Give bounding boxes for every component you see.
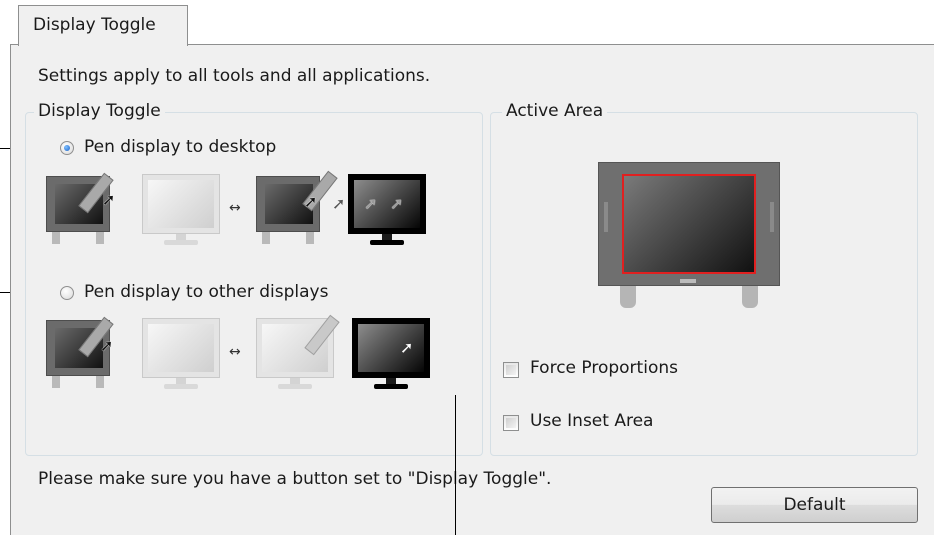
radio-selected-dot	[64, 145, 70, 151]
cursor-icon: ➚	[364, 194, 378, 213]
double-arrow-icon: ↔	[229, 344, 241, 360]
double-arrow-icon: ↔	[229, 200, 241, 216]
use-inset-area-label[interactable]: Use Inset Area	[530, 411, 653, 431]
radio-pen-display-to-desktop[interactable]	[60, 141, 74, 155]
default-button[interactable]: Default	[711, 487, 918, 523]
cursor-icon: ➚	[304, 192, 318, 211]
cursor-icon: ➚	[100, 336, 114, 355]
cursor-icon: ➚	[400, 338, 414, 357]
cursor-icon: ➚	[390, 194, 404, 213]
active-area-rectangle	[622, 174, 756, 274]
active-area-group-label: Active Area	[502, 101, 608, 121]
force-proportions-label[interactable]: Force Proportions	[530, 358, 678, 378]
use-inset-area-checkbox[interactable]	[503, 415, 519, 431]
radio-label-pen-display-to-other-displays[interactable]: Pen display to other displays	[84, 282, 328, 302]
cursor-icon: ➚	[102, 190, 116, 209]
display-toggle-group-label: Display Toggle	[34, 101, 165, 121]
radio-pen-display-to-other-displays[interactable]	[60, 286, 74, 300]
cursor-icon: ➚	[332, 194, 346, 213]
active-area-preview	[598, 162, 780, 310]
info-text: Settings apply to all tools and all appl…	[38, 66, 431, 86]
illustration-other-displays-mode: ➚ ↔ ➚	[46, 314, 436, 394]
tab-display-toggle[interactable]: Display Toggle	[18, 5, 188, 46]
illustration-desktop-mode: ➚ ↔ ➚ ➚ ➚ ➚	[46, 170, 436, 250]
force-proportions-checkbox[interactable]	[503, 362, 519, 378]
tab-label: Display Toggle	[33, 15, 156, 35]
footer-note: Please make sure you have a button set t…	[38, 469, 552, 489]
callout-line-force-vertical	[455, 395, 456, 535]
radio-label-pen-display-to-desktop[interactable]: Pen display to desktop	[84, 137, 276, 157]
